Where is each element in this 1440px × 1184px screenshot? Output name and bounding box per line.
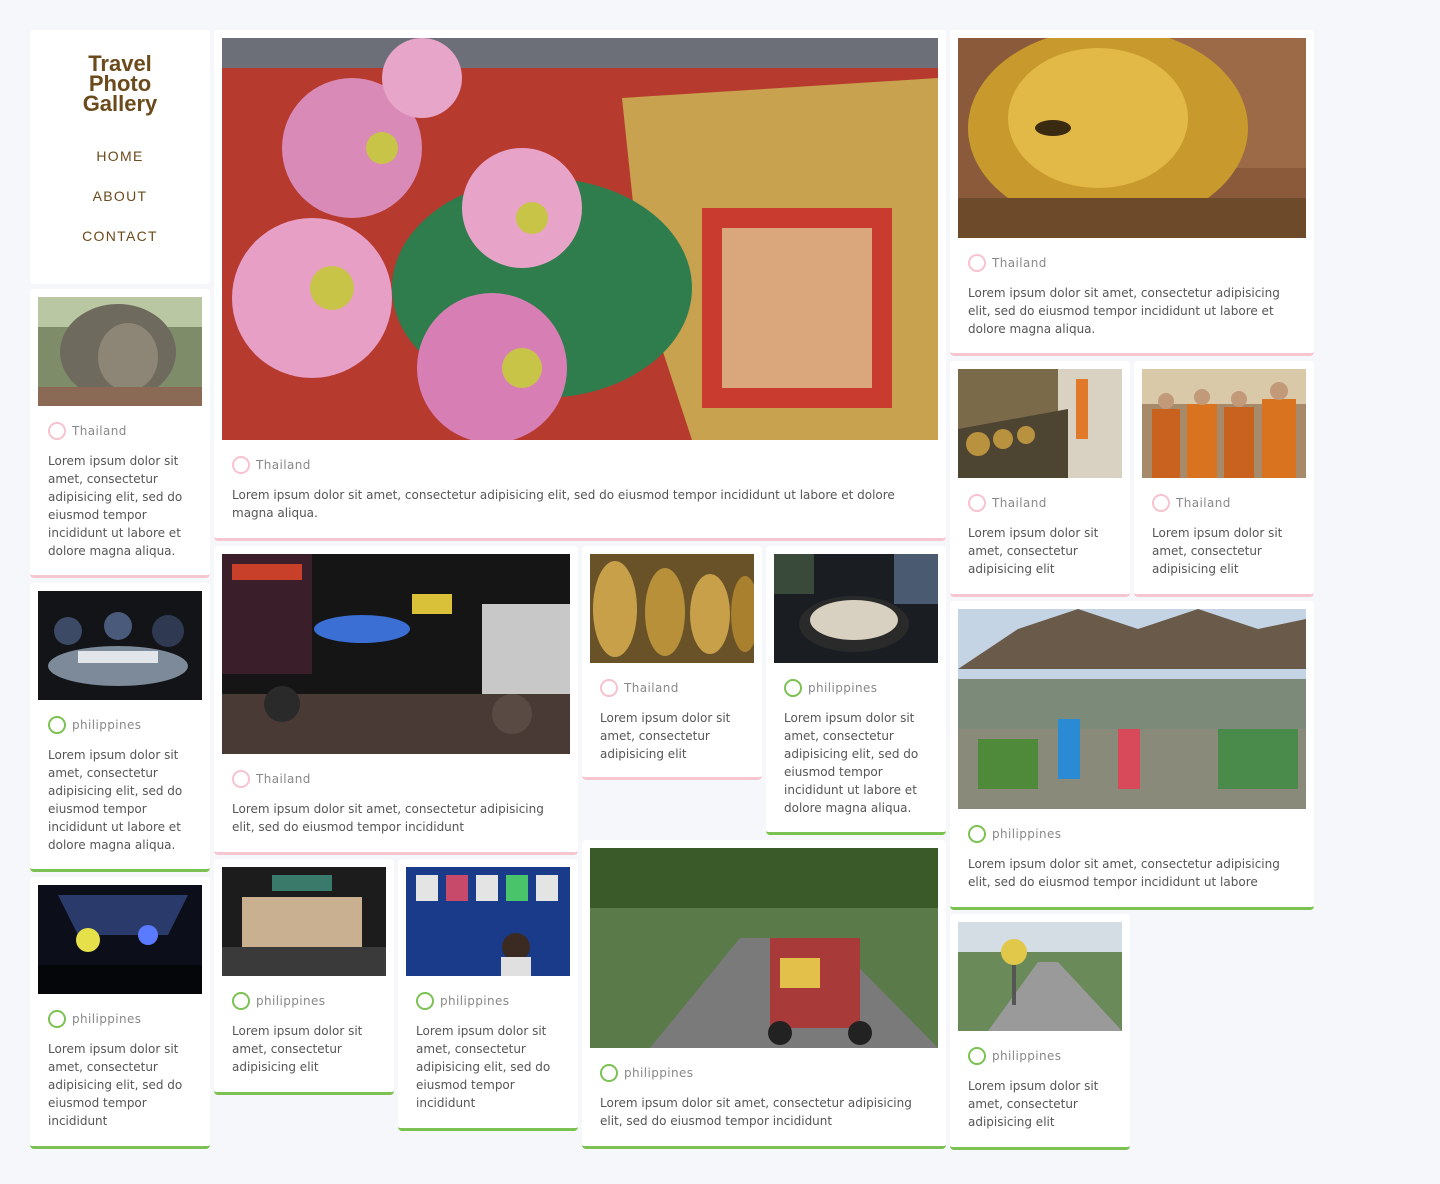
- country-tag: Thailand: [968, 494, 1112, 512]
- country-marker-icon: [784, 679, 802, 697]
- site-logo[interactable]: Travel Photo Gallery: [30, 53, 210, 116]
- country-marker-icon: [968, 254, 986, 272]
- photo-card[interactable]: philippines Lorem ipsum dolor sit amet, …: [766, 546, 946, 835]
- photo-description: Lorem ipsum dolor sit amet, consectetur …: [784, 711, 919, 815]
- country-tag: philippines: [968, 1047, 1112, 1065]
- country-tag: Thailand: [48, 422, 192, 440]
- photo-street-food[interactable]: [774, 554, 938, 663]
- country-label: philippines: [624, 1066, 694, 1080]
- country-tag: Thailand: [600, 679, 744, 697]
- photo-card[interactable]: philippines Lorem ipsum dolor sit amet, …: [582, 840, 946, 1149]
- photo-card[interactable]: Thailand Lorem ipsum dolor sit amet, con…: [30, 289, 210, 578]
- nav-home-link[interactable]: HOME: [30, 146, 210, 186]
- photo-description: Lorem ipsum dolor sit amet, consectetur …: [416, 1024, 551, 1110]
- country-marker-icon: [232, 770, 250, 788]
- country-label: Thailand: [1176, 496, 1231, 510]
- photo-smart-store[interactable]: [222, 867, 386, 976]
- country-label: philippines: [808, 681, 878, 695]
- main-nav: HOME ABOUT CONTACT: [30, 146, 210, 266]
- photo-description: Lorem ipsum dolor sit amet, consectetur …: [968, 526, 1099, 576]
- country-marker-icon: [968, 494, 986, 512]
- country-tag: Thailand: [1152, 494, 1296, 512]
- photo-card[interactable]: philippines Lorem ipsum dolor sit amet, …: [214, 859, 394, 1095]
- photo-description: Lorem ipsum dolor sit amet, consectetur …: [232, 488, 895, 520]
- country-tag: philippines: [48, 716, 192, 734]
- photo-card[interactable]: Thailand Lorem ipsum dolor sit amet, con…: [214, 30, 946, 541]
- country-label: Thailand: [72, 424, 127, 438]
- country-label: Thailand: [992, 256, 1047, 270]
- photo-card[interactable]: philippines Lorem ipsum dolor sit amet, …: [950, 914, 1130, 1150]
- country-tag: Thailand: [232, 770, 560, 788]
- photo-alms-bowls[interactable]: [958, 369, 1122, 478]
- photo-lotus[interactable]: [222, 38, 938, 440]
- photo-card[interactable]: Thailand Lorem ipsum dolor sit amet, con…: [582, 546, 762, 780]
- country-marker-icon: [232, 456, 250, 474]
- country-marker-icon: [600, 1064, 618, 1082]
- country-label: Thailand: [992, 496, 1047, 510]
- photo-card[interactable]: Thailand Lorem ipsum dolor sit amet, con…: [950, 30, 1314, 356]
- photo-reclining-buddha[interactable]: [958, 38, 1306, 238]
- nav-about-link[interactable]: ABOUT: [30, 186, 210, 226]
- country-label: Thailand: [256, 772, 311, 786]
- country-marker-icon: [232, 992, 250, 1010]
- country-marker-icon: [48, 1010, 66, 1028]
- country-tag: philippines: [48, 1010, 192, 1028]
- site-title-line: Gallery: [82, 91, 158, 116]
- photo-card[interactable]: philippines Lorem ipsum dolor sit amet, …: [398, 859, 578, 1131]
- photo-card[interactable]: Thailand Lorem ipsum dolor sit amet, con…: [1134, 361, 1314, 597]
- photo-description: Lorem ipsum dolor sit amet, consectetur …: [968, 857, 1280, 889]
- photo-khaosan-road[interactable]: [222, 554, 570, 754]
- photo-description: Lorem ipsum dolor sit amet, consectetur …: [48, 748, 183, 852]
- country-label: philippines: [992, 827, 1062, 841]
- photo-description: Lorem ipsum dolor sit amet, consectetur …: [600, 1096, 912, 1128]
- country-marker-icon: [48, 422, 66, 440]
- country-label: philippines: [256, 994, 326, 1008]
- photo-description: Lorem ipsum dolor sit amet, consectetur …: [232, 1024, 363, 1074]
- country-marker-icon: [600, 679, 618, 697]
- country-tag: philippines: [968, 825, 1296, 843]
- photo-description: Lorem ipsum dolor sit amet, consectetur …: [48, 454, 183, 558]
- country-marker-icon: [48, 716, 66, 734]
- photo-concert[interactable]: [38, 885, 202, 994]
- photo-description: Lorem ipsum dolor sit amet, consectetur …: [1152, 526, 1283, 576]
- photo-tricycle[interactable]: [590, 848, 938, 1048]
- country-label: philippines: [72, 1012, 142, 1026]
- country-tag: philippines: [416, 992, 560, 1010]
- country-tag: philippines: [784, 679, 928, 697]
- site-header-card: Travel Photo Gallery HOME ABOUT CONTACT: [30, 30, 210, 284]
- photo-description: Lorem ipsum dolor sit amet, consectetur …: [232, 802, 544, 834]
- country-marker-icon: [968, 1047, 986, 1065]
- country-label: philippines: [440, 994, 510, 1008]
- photo-golden-garudas[interactable]: [590, 554, 754, 663]
- country-tag: philippines: [232, 992, 376, 1010]
- photo-card[interactable]: Thailand Lorem ipsum dolor sit amet, con…: [950, 361, 1130, 597]
- country-marker-icon: [968, 825, 986, 843]
- photo-tshirt-stall[interactable]: [406, 867, 570, 976]
- country-marker-icon: [1152, 494, 1170, 512]
- photo-card[interactable]: philippines Lorem ipsum dolor sit amet, …: [30, 583, 210, 872]
- photo-monks[interactable]: [1142, 369, 1306, 478]
- photo-description: Lorem ipsum dolor sit amet, consectetur …: [600, 711, 731, 761]
- photo-market[interactable]: [958, 609, 1306, 809]
- nav-contact-link[interactable]: CONTACT: [30, 226, 210, 266]
- country-label: Thailand: [624, 681, 679, 695]
- country-label: Thailand: [256, 458, 311, 472]
- country-label: philippines: [992, 1049, 1062, 1063]
- country-tag: Thailand: [968, 254, 1296, 272]
- photo-description: Lorem ipsum dolor sit amet, consectetur …: [968, 1079, 1099, 1129]
- photo-card[interactable]: philippines Lorem ipsum dolor sit amet, …: [30, 877, 210, 1149]
- photo-buddha-head-tree[interactable]: [38, 297, 202, 406]
- photo-night-meal[interactable]: [38, 591, 202, 700]
- country-tag: Thailand: [232, 456, 928, 474]
- photo-description: Lorem ipsum dolor sit amet, consectetur …: [968, 286, 1280, 336]
- photo-description: Lorem ipsum dolor sit amet, consectetur …: [48, 1042, 183, 1128]
- country-tag: philippines: [600, 1064, 928, 1082]
- country-marker-icon: [416, 992, 434, 1010]
- country-label: philippines: [72, 718, 142, 732]
- photo-card[interactable]: philippines Lorem ipsum dolor sit amet, …: [950, 601, 1314, 910]
- photo-speed-sign[interactable]: [958, 922, 1122, 1031]
- photo-card[interactable]: Thailand Lorem ipsum dolor sit amet, con…: [214, 546, 578, 855]
